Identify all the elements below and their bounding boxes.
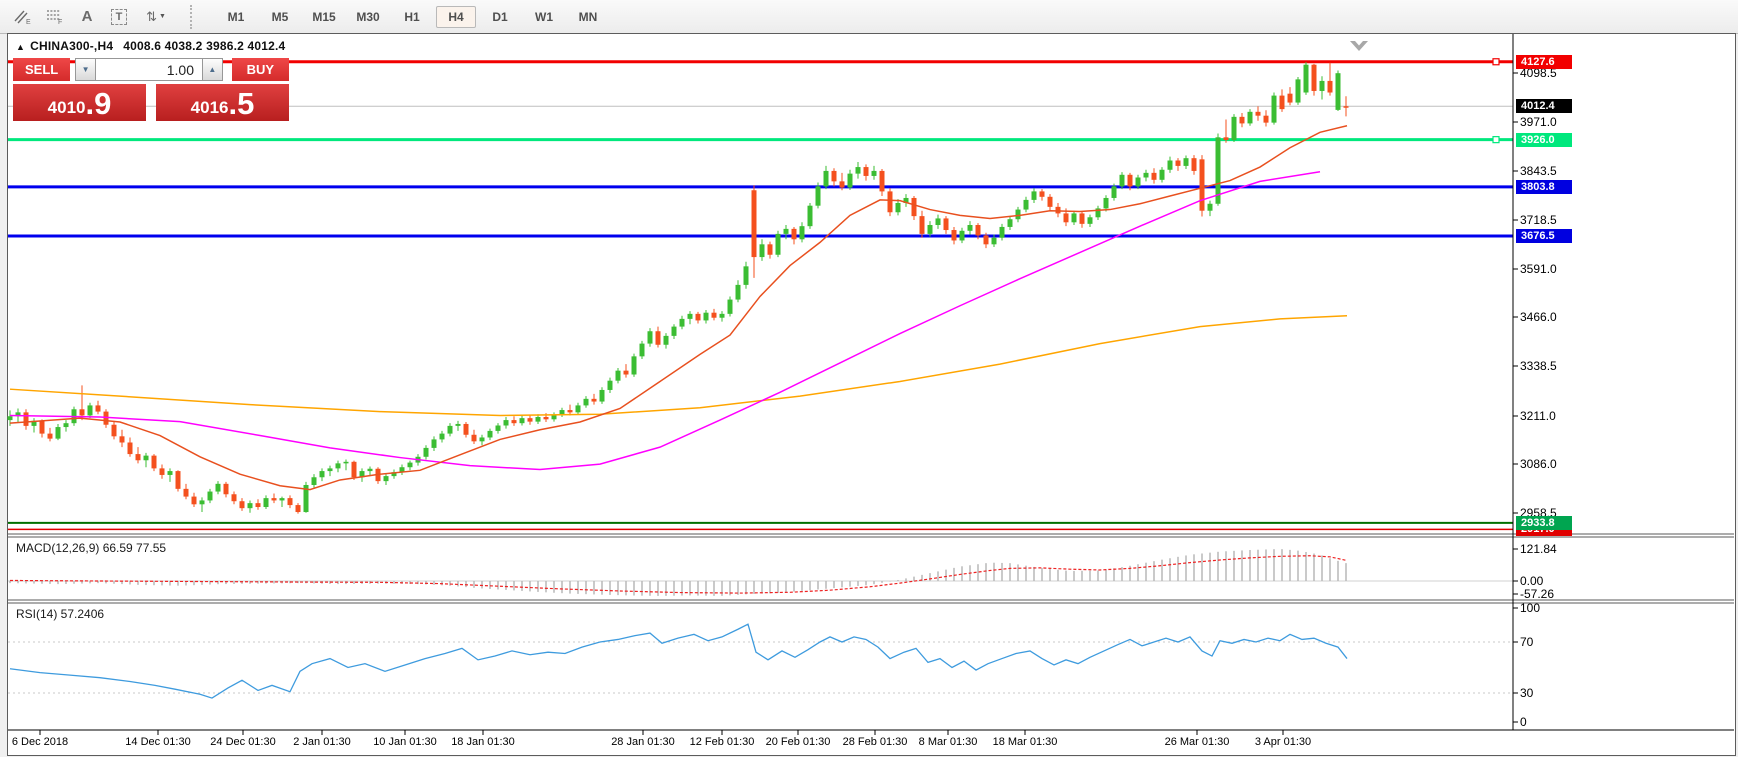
time-tick-label: 3 Apr 01:30 (1254, 736, 1312, 748)
price-tick-label: 3466.0 (1520, 310, 1557, 324)
macd-tick-label: -57.26 (1520, 587, 1555, 601)
time-tick-label: 18 Jan 01:30 (451, 736, 515, 748)
buy-button[interactable]: BUY (231, 58, 289, 81)
time-tick-label: 28 Feb 01:30 (842, 736, 908, 748)
buy-price-box[interactable]: 4016.5 (156, 84, 289, 121)
volume-increase-button[interactable]: ▲ (202, 58, 223, 81)
time-tick-label: 8 Mar 01:30 (918, 736, 978, 748)
price-tick-label: 3086.0 (1520, 457, 1557, 471)
price-level-badge: 3676.5 (1516, 229, 1572, 243)
sell-price-box[interactable]: 4010.9 (13, 84, 146, 121)
rsi-tick-label: 30 (1520, 686, 1534, 700)
macd-pane (8, 549, 1513, 596)
ohlc-values: 4008.6 4038.2 3986.2 4012.4 (123, 39, 286, 53)
time-tick-label: 24 Dec 01:30 (210, 736, 276, 748)
macd-tick-label: 121.84 (1520, 542, 1557, 556)
horizontal-level-lines (8, 58, 1513, 531)
chart-title: ▲ CHINA300-,H4 4008.6 4038.2 3986.2 4012.4 (16, 39, 285, 53)
rsi-line (9, 623, 1348, 699)
price-tick-label: 3718.5 (1520, 213, 1557, 227)
rsi-tick-label: 70 (1520, 635, 1534, 649)
time-tick-label: 18 Mar 01:30 (992, 736, 1058, 748)
price-tick-label: 3211.0 (1520, 409, 1556, 423)
price-level-badge: 2933.8 (1516, 516, 1572, 530)
sell-button[interactable]: SELL (13, 58, 71, 81)
price-tick-label: 3338.5 (1520, 359, 1557, 373)
time-tick-label: 6 Dec 2018 (11, 736, 69, 748)
price-level-badge: 4127.6 (1516, 55, 1572, 69)
volume-decrease-button[interactable]: ▼ (75, 58, 96, 81)
price-level-badge: 3926.0 (1516, 133, 1572, 147)
time-tick-label: 2 Jan 01:30 (293, 736, 351, 748)
price-level-badge: 3803.8 (1516, 180, 1572, 194)
rsi-tick-label: 100 (1520, 601, 1541, 615)
macd-tick-label: 0.00 (1520, 574, 1544, 588)
price-tick-label: 3843.5 (1520, 164, 1557, 178)
macd-indicator-label: MACD(12,26,9) 66.59 77.55 (16, 541, 167, 555)
price-tick-label: 3971.0 (1520, 115, 1557, 129)
time-tick-label: 26 Mar 01:30 (1164, 736, 1230, 748)
rsi-pane (8, 623, 1513, 699)
sell-signal-arrow-icon (1350, 41, 1368, 51)
price-level-badge: 4012.4 (1516, 99, 1572, 113)
volume-input[interactable] (96, 58, 202, 81)
time-tick-label: 12 Feb 01:30 (689, 736, 755, 748)
one-click-trade-panel: SELL ▼ ▲ BUY 4010.9 4016.5 (13, 58, 289, 121)
time-tick-label: 10 Jan 01:30 (373, 736, 437, 748)
collapse-arrow-icon[interactable]: ▲ (16, 42, 25, 52)
time-tick-label: 14 Dec 01:30 (125, 736, 191, 748)
signal-marker (1350, 41, 1368, 51)
ma-mid (9, 170, 1321, 471)
ma-slow (9, 315, 1348, 417)
candlestick-series (7, 61, 1349, 514)
rsi-indicator-label: RSI(14) 57.2406 (16, 607, 105, 621)
mt4-chart-screen: E F A T ⇅ ▼ M1 M5 M15 M30 H1 H4 D1 W1 MN… (0, 0, 1738, 757)
symbol-period-label: CHINA300-,H4 (30, 39, 114, 53)
price-tick-label: 3591.0 (1520, 262, 1557, 276)
rsi-tick-label: 0 (1520, 715, 1527, 729)
time-tick-label: 28 Jan 01:30 (611, 736, 675, 748)
time-tick-label: 20 Feb 01:30 (765, 736, 831, 748)
